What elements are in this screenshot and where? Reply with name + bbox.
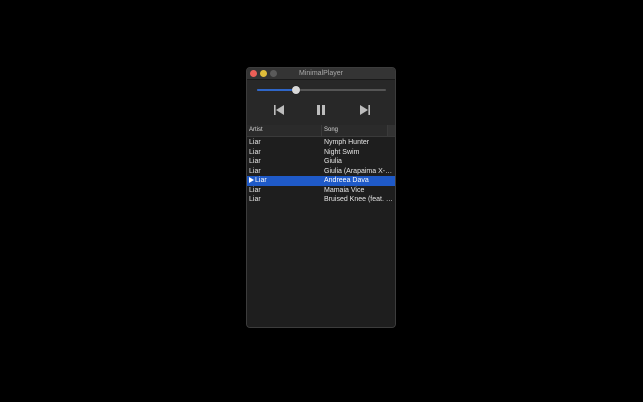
song-cell: Andreea Dava (324, 177, 369, 184)
table-row[interactable]: Liar Bruised Knee (feat. B... (247, 195, 395, 205)
table-header: Artist Song (247, 125, 395, 137)
artist-cell: Liar (249, 158, 261, 165)
artist-cell: Liar (249, 139, 261, 146)
transport-controls (247, 80, 395, 129)
song-cell: Bruised Knee (feat. B... (324, 196, 394, 203)
artist-cell: Liar (249, 167, 261, 175)
song-cell: Giulia (Arapaima X-M... (324, 167, 394, 175)
window-title: MinimalPlayer (299, 70, 343, 77)
pause-button[interactable] (314, 103, 328, 117)
play-triangle-icon (249, 176, 254, 183)
title-bar[interactable]: MinimalPlayer (247, 68, 395, 80)
player-window: MinimalPlayer Artist Song Liar Nymph Hun… (246, 67, 396, 328)
pause-icon (317, 105, 325, 115)
track-list: Liar Nymph Hunter Liar Night Swim Liar G… (247, 138, 395, 205)
track-table: Artist Song Liar Nymph Hunter Liar Night… (247, 125, 395, 327)
progress-slider[interactable] (257, 86, 386, 94)
previous-button[interactable] (272, 103, 286, 117)
song-cell: Night Swim (324, 148, 360, 156)
table-row[interactable]: Liar Mamaia Vice (247, 186, 395, 196)
column-header-artist[interactable]: Artist (249, 125, 322, 136)
progress-knob[interactable] (291, 86, 300, 94)
next-button[interactable] (358, 103, 372, 117)
song-cell: Mamaia Vice (324, 186, 365, 194)
song-cell: Giulia (324, 158, 342, 165)
skip-forward-icon (360, 105, 370, 115)
progress-fill (257, 89, 296, 91)
column-header-song[interactable]: Song (324, 125, 384, 136)
table-row[interactable]: Liar Giulia (Arapaima X-M... (247, 167, 395, 177)
table-row[interactable]: Liar Night Swim (247, 148, 395, 158)
column-header-extra (387, 125, 395, 136)
table-row[interactable]: Liar Nymph Hunter (247, 138, 395, 148)
skip-back-icon (274, 105, 284, 115)
artist-cell: Liar (249, 148, 261, 156)
artist-cell: Liar (249, 176, 321, 186)
table-row-now-playing[interactable]: Liar Andreea Dava (247, 176, 395, 186)
song-cell: Nymph Hunter (324, 139, 370, 146)
table-row[interactable]: Liar Giulia (247, 157, 395, 167)
artist-cell: Liar (249, 196, 261, 203)
artist-cell: Liar (249, 186, 261, 194)
artist-name: Liar (255, 177, 267, 184)
